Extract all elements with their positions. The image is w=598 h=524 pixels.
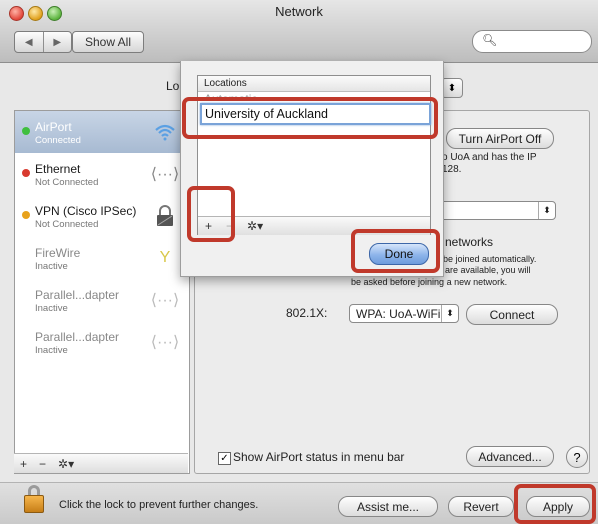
networks-title: networks [445, 235, 494, 249]
lock-text: Click the lock to prevent further change… [59, 499, 259, 511]
advanced-button[interactable]: Advanced... [466, 446, 554, 467]
remove-service-button[interactable]: − [33, 457, 52, 471]
service-status: Inactive [35, 303, 68, 314]
service-name: FireWire [35, 246, 81, 260]
highlight-add-button [187, 186, 235, 242]
title-bar: Network ◀ ▶ Show All 🔍︎ [0, 0, 598, 63]
service-name: Ethernet [35, 162, 81, 176]
ethernet-icon: ⟨···⟩ [150, 334, 180, 351]
status-dot [22, 127, 30, 135]
turn-airport-off-button[interactable]: Turn AirPort Off [446, 128, 554, 149]
dot1x-value: WPA: UoA-WiFi [356, 306, 441, 321]
service-status: Inactive [35, 345, 68, 356]
add-service-button[interactable]: + [14, 457, 33, 471]
ethernet-icon: ⟨···⟩ [150, 166, 180, 183]
connect-button[interactable]: Connect [466, 304, 558, 325]
status-dot [22, 211, 30, 219]
service-item-parallels-2[interactable]: Parallel...dapter Inactive ⟨···⟩ [15, 321, 189, 363]
network-name-popup[interactable]: ⬍ [440, 201, 556, 220]
firewire-icon: Y [159, 249, 171, 266]
popup-arrows-icon: ⬍ [538, 202, 555, 219]
highlight-apply-button [514, 484, 596, 524]
wifi-icon [153, 120, 177, 144]
location-action-menu[interactable]: ✲▾ [240, 219, 270, 233]
back-forward-control: ◀ ▶ [14, 31, 72, 53]
assist-me-button[interactable]: Assist me... [338, 496, 438, 517]
dot1x-label: 802.1X: [286, 306, 328, 320]
service-item-vpn[interactable]: VPN (Cisco IPSec) Not Connected [15, 195, 189, 237]
service-list-footer: + − ✲▾ [14, 453, 188, 473]
search-field[interactable]: 🔍︎ [472, 30, 592, 53]
help-button[interactable]: ? [566, 446, 588, 468]
show-all-button[interactable]: Show All [72, 31, 144, 53]
forward-button[interactable]: ▶ [42, 32, 72, 52]
ethernet-icon: ⟨···⟩ [150, 292, 180, 309]
status-info-line-1: o UoA and has the IP [442, 152, 537, 163]
service-status: Not Connected [35, 219, 99, 230]
back-button[interactable]: ◀ [15, 32, 43, 52]
service-name: Parallel...dapter [35, 330, 120, 344]
service-item-airport[interactable]: AirPort Connected [15, 111, 189, 153]
service-name: AirPort [35, 120, 72, 134]
service-name: Parallel...dapter [35, 288, 120, 302]
status-info-line-2: 128. [442, 164, 462, 175]
service-status: Connected [35, 135, 81, 146]
service-list: AirPort Connected Ethernet Not Connected… [14, 110, 190, 474]
window-title: Network [275, 4, 323, 19]
location-popup-arrows[interactable]: ⬍ [441, 78, 463, 98]
service-name: VPN (Cisco IPSec) [35, 204, 137, 218]
networks-desc-2: s are available, you will [438, 265, 531, 275]
service-item-ethernet[interactable]: Ethernet Not Connected ⟨···⟩ [15, 153, 189, 195]
networks-desc-1: be joined automatically. [443, 254, 537, 264]
revert-button[interactable]: Revert [448, 496, 514, 517]
network-preferences-window: Network ◀ ▶ Show All 🔍︎ Lo ⬍ AirPort Con… [0, 0, 598, 524]
status-dot [22, 169, 30, 177]
service-action-menu[interactable]: ✲▾ [52, 457, 80, 471]
highlight-location-field [182, 97, 438, 139]
service-status: Not Connected [35, 177, 99, 188]
highlight-done-button [351, 229, 440, 273]
dot1x-popup[interactable]: WPA: UoA-WiFi ⬍ [349, 304, 459, 323]
locations-column-header: Locations [198, 76, 430, 92]
show-status-label: Show AirPort status in menu bar [233, 450, 405, 464]
show-status-checkbox[interactable]: ✓ [218, 452, 231, 465]
search-icon: 🔍︎ [482, 33, 498, 47]
networks-desc-3: be asked before joining a new network. [351, 277, 508, 287]
lock-icon[interactable] [24, 485, 46, 513]
service-status: Inactive [35, 261, 68, 272]
location-label: Lo [166, 79, 180, 93]
popup-arrows-icon: ⬍ [441, 305, 458, 322]
vpn-lock-icon [153, 204, 177, 228]
service-item-firewire[interactable]: FireWire Inactive Y [15, 237, 189, 279]
service-item-parallels-1[interactable]: Parallel...dapter Inactive ⟨···⟩ [15, 279, 189, 321]
